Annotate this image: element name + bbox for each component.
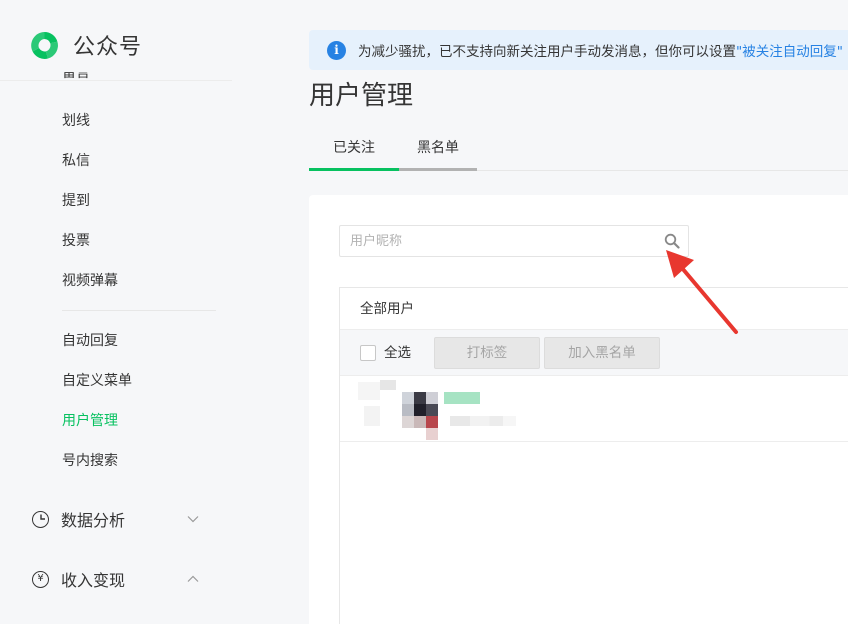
sidebar-item-user-management[interactable]: 用户管理 <box>62 411 118 431</box>
select-all-label[interactable]: 全选 <box>384 343 411 363</box>
chevron-down-icon[interactable] <box>184 510 202 528</box>
user-nickname <box>444 392 480 404</box>
wechat-official-logo-icon <box>28 29 61 62</box>
sidebar-item-votes[interactable]: 投票 <box>62 231 90 251</box>
notice-text: 为减少骚扰，已不支持向新关注用户手动发消息，但你可以设置 <box>358 44 736 60</box>
tab-bar: 已关注 黑名单 <box>309 132 848 171</box>
search-input[interactable] <box>340 226 640 256</box>
search-icon[interactable] <box>664 233 680 249</box>
auto-reply-link[interactable]: "被关注自动回复" <box>736 40 843 60</box>
sidebar-group-label: 数据分析 <box>61 511 126 530</box>
sidebar-group-analytics[interactable]: 数据分析 <box>32 507 202 531</box>
tab-followed[interactable]: 已关注 <box>309 132 399 171</box>
chevron-up-icon[interactable] <box>184 570 202 588</box>
annotation-arrow-icon <box>666 250 738 334</box>
sidebar: 公众号 留言 划线 私信 提到 投票 视频弹幕 自动回复 自定义菜单 用户管理 … <box>0 0 232 624</box>
user-toolbar: 全选 打标签 加入黑名单 <box>340 330 848 376</box>
user-list-card: 全部用户 全选 打标签 加入黑名单 <box>309 195 848 624</box>
search-box <box>339 225 689 257</box>
clock-chart-icon <box>32 510 49 528</box>
tab-blacklist[interactable]: 黑名单 <box>399 132 477 171</box>
brand-logo[interactable]: 公众号 <box>28 28 142 62</box>
sidebar-item-mentions[interactable]: 提到 <box>62 191 90 211</box>
sidebar-item-messages[interactable]: 私信 <box>62 151 90 171</box>
notice-bar: i 为减少骚扰，已不支持向新关注用户手动发消息，但你可以设置 "被关注自动回复" <box>309 30 848 70</box>
sidebar-item-highlights[interactable]: 划线 <box>62 111 90 131</box>
sidebar-group-monetization[interactable]: ¥ 收入变现 <box>32 567 202 591</box>
sidebar-item-custom-menu[interactable]: 自定义菜单 <box>62 371 132 391</box>
user-remark <box>450 416 516 426</box>
yen-icon: ¥ <box>32 570 49 588</box>
sidebar-group-label: 收入变现 <box>61 571 126 590</box>
sidebar-item-in-account-search[interactable]: 号内搜索 <box>62 451 118 471</box>
add-to-blacklist-button[interactable]: 加入黑名单 <box>544 337 660 369</box>
user-row[interactable] <box>340 376 848 442</box>
user-panel: 全部用户 全选 打标签 加入黑名单 <box>339 287 848 624</box>
avatar <box>358 380 438 440</box>
page-title: 用户管理 <box>309 81 414 111</box>
sidebar-item-video-danmaku[interactable]: 视频弹幕 <box>62 271 118 291</box>
sidebar-divider <box>62 310 216 311</box>
select-all-checkbox[interactable] <box>360 345 376 361</box>
user-group-title: 全部用户 <box>340 288 848 330</box>
info-icon: i <box>327 40 346 60</box>
add-tag-button[interactable]: 打标签 <box>434 337 540 369</box>
sidebar-item-comments[interactable]: 留言 <box>62 72 90 86</box>
sidebar-divider <box>0 80 232 81</box>
brand-name: 公众号 <box>73 35 143 60</box>
sidebar-item-auto-reply[interactable]: 自动回复 <box>62 331 118 351</box>
